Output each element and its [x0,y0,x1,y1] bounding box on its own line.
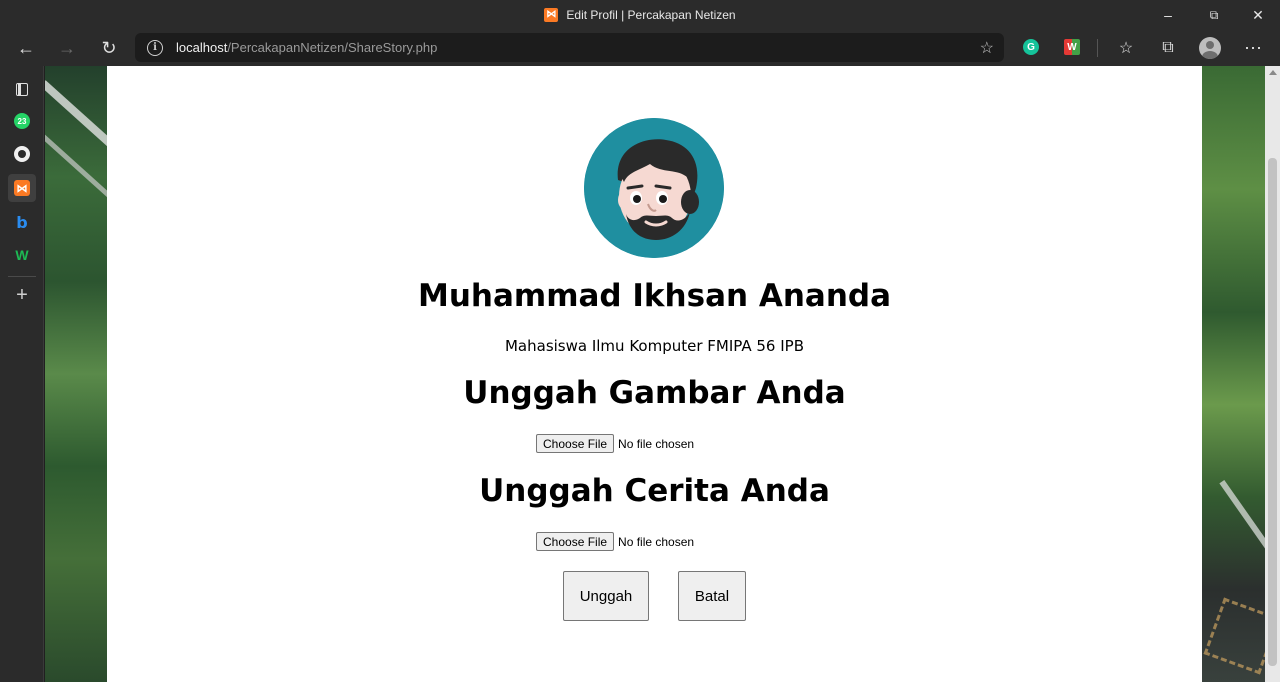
sidebar-item-whatsapp[interactable]: 23 [8,107,36,135]
collections-button[interactable]: ⧉ [1152,32,1184,64]
image-file-input[interactable]: Choose File No file chosen [536,434,694,453]
close-button[interactable]: ✕ [1235,0,1280,30]
choose-story-file-button[interactable]: Choose File [536,532,615,551]
upload-button[interactable]: Unggah [563,571,649,621]
xampp-favicon-icon: ⋈ [544,8,559,22]
url-text[interactable]: localhost/PercakapanNetizen/ShareStory.p… [176,40,437,55]
sidebar-item-bing[interactable]: b [8,208,36,236]
sidebar-divider [8,276,36,277]
background-forest-right [1202,66,1265,682]
multicolor-extension[interactable]: W [1062,37,1082,57]
page-scrollbar[interactable] [1265,66,1280,682]
window-title: ⋈ Edit Profil | Percakapan Netizen [0,0,1280,30]
profile-description: Mahasiswa Ilmu Komputer FMIPA 56 IPB [504,337,804,355]
sidebar-item-tab-actions[interactable] [8,75,36,103]
page-viewport: Muhammad Ikhsan Ananda Mahasiswa Ilmu Ko… [45,66,1280,682]
add-icon: + [16,283,28,306]
browser-sidebar: 23 ⋈ b W + [0,66,44,682]
github-icon [14,146,30,162]
site-info-icon[interactable]: i [147,39,163,56]
sidebar-item-xampp[interactable]: ⋈ [8,174,36,202]
window-title-text: Edit Profil | Percakapan Netizen [566,8,736,22]
browser-toolbar: ← → ↻ i localhost/PercakapanNetizen/Shar… [0,30,1280,66]
scroll-up-arrow-icon[interactable] [1269,70,1277,75]
story-file-input[interactable]: Choose File No file chosen [536,532,694,551]
maximize-button[interactable]: ⧉ [1191,0,1237,30]
scrollbar-thumb[interactable] [1268,158,1277,666]
xampp-icon: ⋈ [14,180,30,196]
background-forest-left [45,66,107,682]
forward-button[interactable]: → [51,32,83,64]
road-decoration [1219,479,1265,599]
profile-name: Muhammad Ikhsan Ananda [417,278,892,314]
cartoon-face-icon [584,118,724,258]
bing-icon: b [16,212,28,232]
road-decoration [45,126,107,231]
road-decoration [1203,597,1265,675]
more-menu-button[interactable]: ⋯ [1237,32,1269,64]
image-upload-heading: Unggah Gambar Anda [463,375,846,411]
url-path: /PercakapanNetizen/ShareStory.php [227,40,438,55]
grammarly-extension[interactable]: G [1021,37,1041,57]
minimize-button[interactable]: – [1145,0,1191,30]
back-button[interactable]: ← [10,32,42,64]
profile-button[interactable] [1194,32,1226,64]
choose-image-file-button[interactable]: Choose File [536,434,615,453]
address-bar[interactable]: i localhost/PercakapanNetizen/ShareStory… [135,33,1004,62]
title-bar: ⋈ Edit Profil | Percakapan Netizen – ⧉ ✕ [0,0,1280,30]
whatsapp-icon: 23 [14,113,30,129]
sidebar-add-button[interactable]: + [8,281,36,309]
profile-card: Muhammad Ikhsan Ananda Mahasiswa Ilmu Ko… [107,66,1202,682]
url-host: localhost [176,40,228,55]
favorites-button[interactable]: ☆ [1110,32,1142,64]
story-upload-heading: Unggah Cerita Anda [479,473,830,509]
profile-avatar-icon [1199,37,1221,59]
multicolor-extension-icon: W [1064,39,1080,55]
tab-actions-icon [16,82,28,96]
avatar [584,118,724,258]
sidebar-item-github[interactable] [8,140,36,168]
w-app-icon: W [15,247,29,263]
story-file-status: No file chosen [618,534,695,549]
add-favorite-icon[interactable]: ☆ [980,38,994,58]
image-file-status: No file chosen [618,436,695,451]
cancel-button[interactable]: Batal [678,571,746,621]
refresh-button[interactable]: ↻ [93,32,125,64]
sidebar-item-w-app[interactable]: W [8,241,36,269]
toolbar-divider [1097,39,1098,57]
grammarly-icon: G [1023,39,1039,55]
